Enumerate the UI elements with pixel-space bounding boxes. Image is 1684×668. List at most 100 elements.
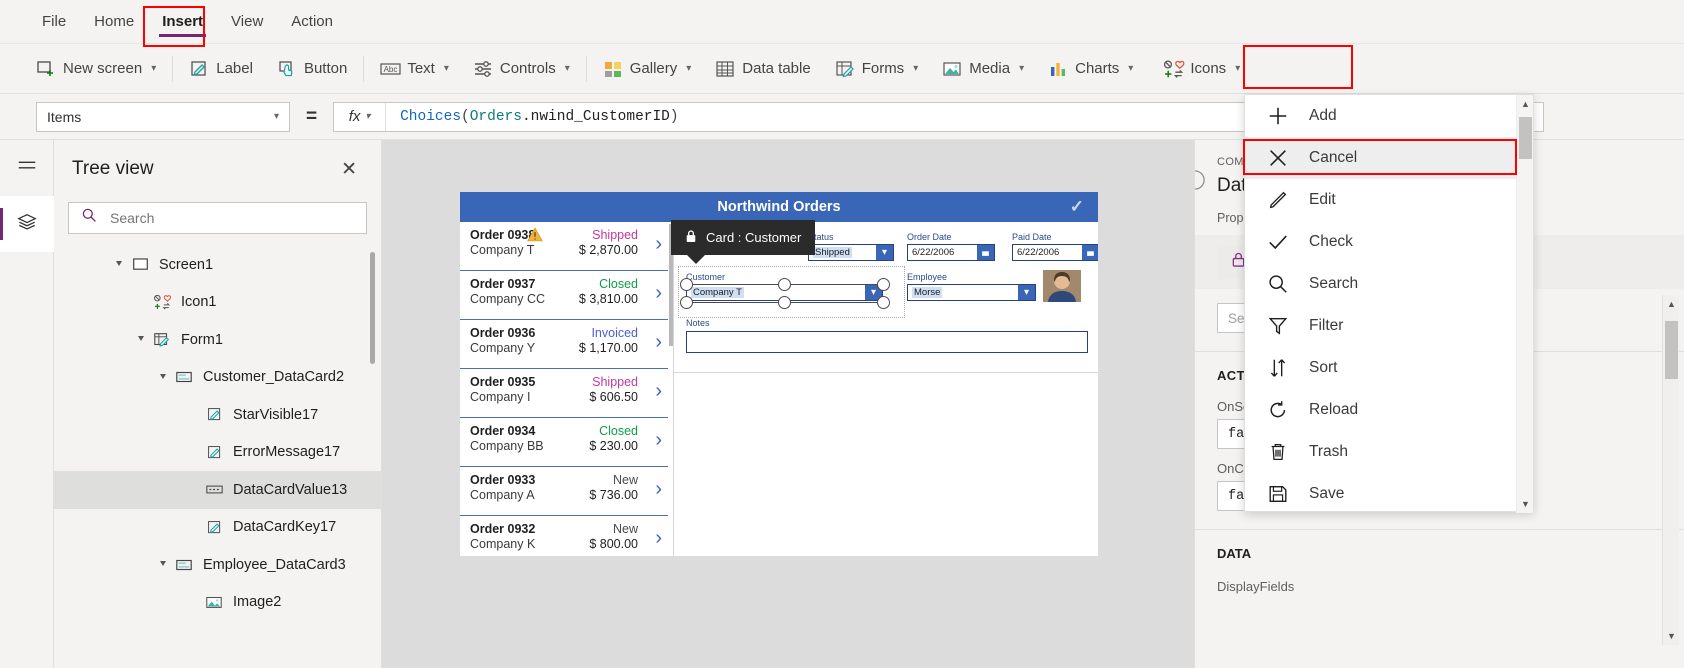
icon-menu-item-reload[interactable]: Reload bbox=[1245, 389, 1533, 431]
properties-scrollbar-thumb[interactable] bbox=[1665, 321, 1678, 379]
icon-menu-item-add[interactable]: Add bbox=[1245, 95, 1533, 137]
gallery-item[interactable]: Order 0934 Closed Company BB $ 230.00 › bbox=[460, 418, 668, 467]
chevron-down-icon[interactable]: ▾ bbox=[1128, 63, 1133, 74]
twisty-expanded-icon[interactable] bbox=[132, 335, 150, 344]
icon-menu-item-cancel[interactable]: Cancel bbox=[1245, 137, 1533, 179]
employee-combobox[interactable]: Morse ▾ bbox=[907, 284, 1036, 301]
tree-node-form1[interactable]: Form1 bbox=[54, 321, 381, 359]
gallery-item[interactable]: Order 0937 Closed Company CC $ 3,810.00 … bbox=[460, 271, 668, 320]
resize-handle-ne[interactable] bbox=[877, 278, 890, 291]
resize-handle-nw[interactable] bbox=[680, 278, 693, 291]
resize-handle-s[interactable] bbox=[778, 296, 791, 309]
employee-field[interactable]: Employee Morse ▾ bbox=[907, 272, 1036, 301]
chevron-down-icon[interactable]: ▾ bbox=[913, 63, 918, 74]
app-canvas[interactable]: Northwind Orders ✓ Order 0938 Shipped Co… bbox=[382, 140, 1194, 668]
scroll-down-arrow-icon[interactable]: ▼ bbox=[1520, 499, 1531, 509]
chevron-right-icon[interactable]: › bbox=[655, 332, 662, 352]
tree-node-starvisible17[interactable]: StarVisible17 bbox=[54, 396, 381, 434]
orders-gallery[interactable]: Order 0938 Shipped Company T $ 2,870.00 … bbox=[460, 222, 668, 556]
resize-handle-sw[interactable] bbox=[680, 296, 693, 309]
icon-menu-item-sort[interactable]: Sort bbox=[1245, 347, 1533, 389]
ribbon-gallery[interactable]: Gallery ▾ bbox=[591, 50, 704, 88]
help-circle-icon[interactable] bbox=[1185, 170, 1205, 195]
ribbon-button[interactable]: Button bbox=[265, 50, 359, 88]
tree-search-box[interactable] bbox=[68, 202, 367, 234]
tree-node-datacardvalue13[interactable]: DataCardValue13 bbox=[54, 471, 381, 509]
gallery-item[interactable]: Order 0938 Shipped Company T $ 2,870.00 … bbox=[460, 222, 668, 271]
chevron-down-icon[interactable]: ▾ bbox=[1235, 63, 1240, 74]
chevron-down-icon[interactable]: ▾ bbox=[1018, 285, 1035, 300]
tree-scrollbar-thumb[interactable] bbox=[370, 252, 375, 364]
chevron-down-icon[interactable]: ▾ bbox=[686, 63, 691, 74]
icon-menu-item-edit[interactable]: Edit bbox=[1245, 179, 1533, 221]
tree-node-screen1[interactable]: Screen1 bbox=[54, 246, 381, 284]
paid-date-field[interactable]: Paid Date 6/22/2006 bbox=[1012, 232, 1098, 261]
scroll-down-arrow-icon[interactable]: ▼ bbox=[1666, 631, 1677, 641]
calendar-icon[interactable] bbox=[1082, 245, 1098, 260]
icon-menu-item-check[interactable]: Check bbox=[1245, 221, 1533, 263]
gallery-item[interactable]: Order 0933 New Company A $ 736.00 › bbox=[460, 467, 668, 516]
order-form[interactable]: Status Shipped ▾ Order Date 6/22/2006 Pa… bbox=[671, 220, 1098, 556]
close-icon[interactable]: ✕ bbox=[335, 156, 363, 183]
tree-search-input[interactable] bbox=[108, 209, 354, 227]
ribbon-data-table[interactable]: Data table bbox=[703, 50, 822, 88]
app-preview[interactable]: Northwind Orders ✓ Order 0938 Shipped Co… bbox=[460, 192, 1098, 556]
ribbon-charts[interactable]: Charts ▾ bbox=[1036, 50, 1145, 88]
icon-menu-scrollbar-thumb[interactable] bbox=[1519, 117, 1532, 159]
status-combobox[interactable]: Shipped ▾ bbox=[808, 244, 894, 261]
menu-item-view[interactable]: View bbox=[217, 7, 277, 36]
tree-node-icon1[interactable]: Icon1 bbox=[54, 284, 381, 322]
notes-field[interactable]: Notes bbox=[686, 318, 1088, 330]
twisty-expanded-icon[interactable] bbox=[154, 373, 172, 382]
tree-node-errormessage17[interactable]: ErrorMessage17 bbox=[54, 434, 381, 472]
scroll-up-arrow-icon[interactable]: ▲ bbox=[1666, 299, 1677, 309]
chevron-down-icon[interactable]: ▾ bbox=[444, 63, 449, 74]
menu-item-action[interactable]: Action bbox=[277, 7, 347, 36]
paid-date-input[interactable]: 6/22/2006 bbox=[1012, 244, 1098, 261]
scroll-up-arrow-icon[interactable]: ▲ bbox=[1520, 99, 1531, 109]
fx-button[interactable]: fx ▾ bbox=[334, 102, 387, 131]
menu-item-insert[interactable]: Insert bbox=[148, 7, 217, 37]
twisty-expanded-icon[interactable] bbox=[154, 560, 172, 569]
gallery-item[interactable]: Order 0932 New Company K $ 800.00 › bbox=[460, 516, 668, 556]
properties-scrollbar[interactable]: ▲ ▼ bbox=[1662, 295, 1679, 645]
tree-node-list[interactable]: Screen1 Icon1 Form1 Customer_DataCard2 S… bbox=[54, 246, 381, 666]
ribbon-icons[interactable]: Icons ▾ bbox=[1151, 50, 1252, 88]
chevron-right-icon[interactable]: › bbox=[655, 381, 662, 401]
check-icon[interactable]: ✓ bbox=[1070, 197, 1084, 217]
ribbon-controls[interactable]: Controls ▾ bbox=[461, 50, 582, 88]
chevron-right-icon[interactable]: › bbox=[655, 479, 662, 499]
property-dropdown[interactable]: Items ▾ bbox=[36, 101, 290, 132]
icons-dropdown-menu[interactable]: Add Cancel Edit Check Search Filter Sort… bbox=[1244, 94, 1534, 515]
icon-menu-item-save[interactable]: Save bbox=[1245, 473, 1533, 515]
gallery-item[interactable]: Order 0935 Shipped Company I $ 606.50 › bbox=[460, 369, 668, 418]
icon-menu-item-filter[interactable]: Filter bbox=[1245, 305, 1533, 347]
tree-node-customer-datacard2[interactable]: Customer_DataCard2 bbox=[54, 359, 381, 397]
resize-handle-n[interactable] bbox=[778, 278, 791, 291]
chevron-down-icon[interactable]: ▾ bbox=[565, 63, 570, 74]
chevron-right-icon[interactable]: › bbox=[655, 283, 662, 303]
calendar-icon[interactable] bbox=[977, 245, 994, 260]
status-field[interactable]: Status Shipped ▾ bbox=[808, 232, 894, 261]
menu-item-file[interactable]: File bbox=[28, 7, 80, 36]
order-date-input[interactable]: 6/22/2006 bbox=[907, 244, 995, 261]
order-date-field[interactable]: Order Date 6/22/2006 bbox=[907, 232, 995, 261]
icon-menu-item-search[interactable]: Search bbox=[1245, 263, 1533, 305]
resize-handle-se[interactable] bbox=[877, 296, 890, 309]
ribbon-new-screen[interactable]: New screen ▾ bbox=[24, 50, 168, 88]
icon-menu-scrollbar[interactable]: ▲ ▼ bbox=[1516, 95, 1533, 513]
hamburger-menu-button[interactable] bbox=[0, 140, 54, 196]
chevron-down-icon[interactable]: ▾ bbox=[876, 245, 893, 260]
icon-menu-item-trash[interactable]: Trash bbox=[1245, 431, 1533, 473]
chevron-down-icon[interactable]: ▾ bbox=[151, 63, 156, 74]
gallery-item[interactable]: Order 0936 Invoiced Company Y $ 1,170.00… bbox=[460, 320, 668, 369]
ribbon-label[interactable]: Label bbox=[177, 50, 265, 88]
chevron-right-icon[interactable]: › bbox=[655, 234, 662, 254]
twisty-expanded-icon[interactable] bbox=[110, 260, 128, 269]
menu-item-home[interactable]: Home bbox=[80, 7, 148, 36]
chevron-right-icon[interactable]: › bbox=[655, 430, 662, 450]
ribbon-text[interactable]: Abc Text ▾ bbox=[368, 50, 461, 88]
chevron-right-icon[interactable]: › bbox=[655, 528, 662, 548]
tree-view-rail-tab[interactable] bbox=[0, 196, 54, 252]
tree-node-datacardkey17[interactable]: DataCardKey17 bbox=[54, 509, 381, 547]
